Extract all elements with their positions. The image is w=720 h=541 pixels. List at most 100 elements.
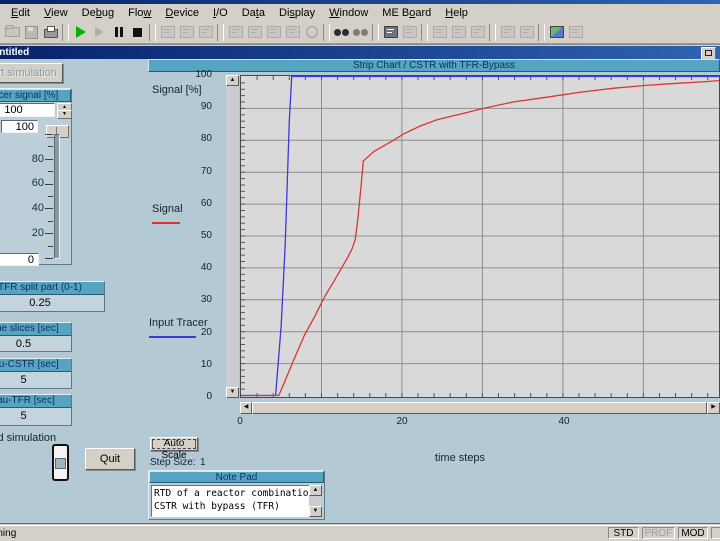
device-delete-icon[interactable]	[245, 24, 264, 41]
step-out-icon[interactable]	[196, 24, 215, 41]
toolbar-separator	[489, 24, 496, 41]
notepad-scroll-down-icon[interactable]: ▼	[309, 506, 322, 517]
toolbar-separator	[538, 24, 545, 41]
menu-i-o[interactable]: I/O	[206, 6, 235, 20]
add-terminal-icon[interactable]	[517, 24, 536, 41]
scroll-right-icon[interactable]: ▶	[707, 402, 720, 414]
menu-window[interactable]: Window	[322, 6, 375, 20]
paste-icon[interactable]	[468, 24, 487, 41]
slider-tick	[45, 233, 53, 234]
tracer-signal-header: Tracer signal [%]	[0, 89, 71, 102]
tracer-signal-control: Tracer signal [%] 100 ▲ ▼ 100 80604020 0	[0, 88, 72, 265]
menu-me-board[interactable]: ME Board	[375, 6, 438, 20]
print-icon[interactable]	[41, 24, 60, 41]
note-pad-text[interactable]: RTD of a reactor combination: CSTR with …	[151, 485, 322, 517]
slider-scale-label: 20	[14, 227, 44, 239]
device-print-icon[interactable]	[264, 24, 283, 41]
time-slices-control-value[interactable]: 0.5	[0, 336, 71, 350]
spinner-down-icon[interactable]: ▼	[57, 110, 72, 119]
tau-cstr-control-value[interactable]: 5	[0, 372, 71, 386]
legend-signal-label: Signal	[152, 203, 183, 215]
menu-flow[interactable]: Flow	[121, 6, 158, 20]
secure-icon[interactable]	[566, 24, 585, 41]
end-simulation-toggle[interactable]	[52, 444, 69, 481]
run-icon[interactable]	[71, 24, 90, 41]
y-tick-label: 0	[150, 391, 212, 402]
tfr-split-control-value[interactable]: 0.25	[0, 295, 104, 309]
scroll-up-icon[interactable]: ▲	[226, 75, 239, 86]
slider-tick	[45, 134, 53, 135]
save-icon[interactable]	[22, 24, 41, 41]
menu-debug[interactable]: Debug	[75, 6, 121, 20]
tracer-signal-input[interactable]: 100	[0, 103, 55, 117]
tfr-split-control: TFR split part (0-1)0.25	[0, 281, 105, 312]
device-refresh-icon[interactable]	[283, 24, 302, 41]
toggle-thumb[interactable]	[55, 458, 66, 469]
legend-input-tracer-line	[149, 336, 196, 338]
y-tick-label: 30	[150, 294, 212, 305]
slider-scale-label: 40	[14, 202, 44, 214]
resume-icon[interactable]	[90, 24, 109, 41]
notepad-scroll-up-icon[interactable]: ▲	[309, 485, 322, 496]
auto-scale-button[interactable]: Auto Scale	[150, 437, 198, 451]
copy-icon[interactable]	[449, 24, 468, 41]
instrument-manager-icon[interactable]	[302, 24, 321, 41]
scroll-left-icon[interactable]: ◀	[240, 402, 252, 414]
start-simulation-button[interactable]: Start simulation	[0, 63, 63, 83]
vscroll-track[interactable]	[226, 86, 239, 387]
note-pad: Note Pad RTD of a reactor combination: C…	[148, 470, 325, 520]
status-bar: Running STDPROFMOD	[0, 525, 720, 541]
slider-scale-label: 60	[14, 177, 44, 189]
status-cell-mod: MOD	[678, 527, 708, 539]
properties-icon[interactable]	[381, 24, 400, 41]
note-pad-titlebar[interactable]: Note Pad	[149, 471, 324, 483]
find-next-icon[interactable]	[351, 24, 370, 41]
menu-data[interactable]: Data	[235, 6, 272, 20]
scroll-down-icon[interactable]: ▼	[226, 387, 239, 398]
function-icon[interactable]	[400, 24, 419, 41]
chart-horizontal-scrollbar[interactable]: ◀ ▶	[240, 402, 720, 414]
stop-icon[interactable]	[128, 24, 147, 41]
toolbar-separator	[62, 24, 69, 41]
toolbar	[0, 21, 720, 44]
tfr-split-control-header: TFR split part (0-1)	[0, 282, 104, 295]
chart-vertical-scrollbar[interactable]: ▲ ▼	[226, 75, 239, 398]
slider-tick	[48, 221, 53, 222]
strip-chart-titlebar[interactable]: Strip Chart / CSTR with TFR-Bypass	[148, 59, 720, 72]
panel-view-icon[interactable]	[547, 24, 566, 41]
slider-tick	[45, 159, 53, 160]
slider-track[interactable]	[54, 134, 60, 259]
step-size-value: 1	[200, 457, 206, 468]
hscroll-thumb[interactable]	[252, 402, 707, 414]
slider-readout: 100	[1, 120, 38, 133]
pause-icon[interactable]	[109, 24, 128, 41]
chart-plot[interactable]	[240, 75, 720, 398]
menu-view[interactable]: View	[37, 6, 75, 20]
menu-device[interactable]: Device	[158, 6, 206, 20]
toolbar-separator	[372, 24, 379, 41]
step-into-icon[interactable]	[158, 24, 177, 41]
slider-tick	[45, 208, 53, 209]
toolbar-separator	[323, 24, 330, 41]
x-tick-label: 0	[229, 416, 251, 427]
tau-cstr-control: Tau-CSTR [sec]5	[0, 358, 72, 389]
clone-icon[interactable]	[498, 24, 517, 41]
open-icon[interactable]	[3, 24, 22, 41]
tau-tfr-control-value[interactable]: 5	[0, 408, 71, 422]
menu-display[interactable]: Display	[272, 6, 322, 20]
slider-tick	[45, 258, 53, 259]
step-over-icon[interactable]	[177, 24, 196, 41]
menu-edit[interactable]: Edit	[4, 6, 37, 20]
y-tick-label: 80	[150, 133, 212, 144]
slider-min-readout: 0	[0, 253, 39, 266]
program-titlebar[interactable]: Untitled	[0, 46, 720, 59]
toolbar-separator	[421, 24, 428, 41]
slider-tick	[48, 171, 53, 172]
cut-icon[interactable]	[430, 24, 449, 41]
find-icon[interactable]	[332, 24, 351, 41]
device-config-icon[interactable]	[226, 24, 245, 41]
y-tick-label: 90	[150, 101, 212, 112]
menu-help[interactable]: Help	[438, 6, 475, 20]
note-pad-scrollbar[interactable]: ▲ ▼	[309, 485, 322, 517]
quit-button[interactable]: Quit	[85, 448, 135, 470]
